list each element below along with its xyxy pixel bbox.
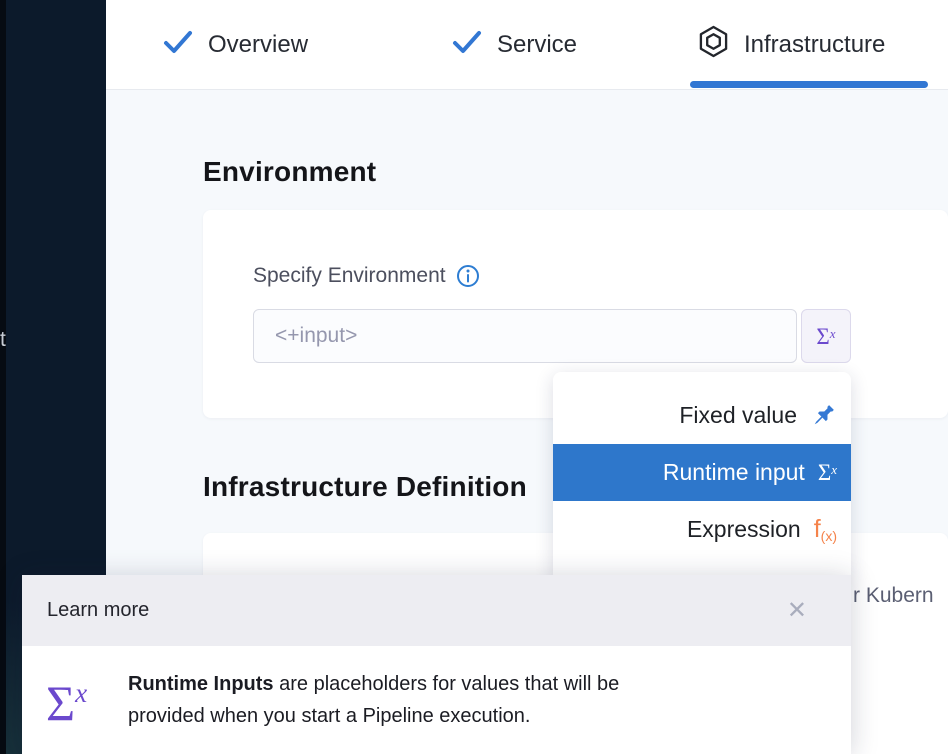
sigma-x-icon: Σx [818,461,837,484]
infrastructure-definition-heading: Infrastructure Definition [203,471,527,503]
tab-service-label: Service [497,31,577,59]
tab-infrastructure[interactable]: Infrastructure [698,0,885,90]
dropdown-item-label: Fixed value [679,402,797,429]
sidebar-edge-strip [0,0,6,754]
clipped-kubernetes-text: r Kubern [853,584,934,608]
dropdown-item-label: Expression [687,516,801,543]
hexagon-icon [698,25,729,65]
popover-description: Runtime Inputs are placeholders for valu… [128,668,808,732]
check-icon [452,30,482,61]
stage-tabbar: Overview Service Infrastructure [0,0,948,90]
learn-more-popover: Learn more ✕ Σx Runtime Inputs are place… [22,575,851,754]
sigma-x-icon: Σx [816,325,835,348]
app-root: Overview Service Infrastructure Environm… [0,0,948,754]
pin-icon [810,402,837,429]
check-icon [163,30,193,61]
environment-heading: Environment [203,156,376,188]
popover-title: Learn more [47,599,149,622]
runtime-input-selector-button[interactable]: Σx [801,309,851,363]
dropdown-item-fixed-value[interactable]: Fixed value [553,387,851,444]
popover-header: Learn more ✕ [22,575,851,646]
close-icon[interactable]: ✕ [787,599,807,623]
fx-expression-icon: f(x) [814,517,837,543]
tab-infrastructure-label: Infrastructure [744,31,885,59]
dropdown-item-runtime-input[interactable]: Runtime input Σx [553,444,851,501]
sigma-x-icon: Σx [46,678,87,728]
specify-environment-label: Specify Environment [253,264,446,288]
dropdown-item-label: Runtime input [663,459,805,486]
tab-overview[interactable]: Overview [163,0,308,90]
dropdown-item-expression[interactable]: Expression f(x) [553,501,851,558]
popover-body: Σx Runtime Inputs are placeholders for v… [22,646,851,754]
environment-input[interactable] [253,309,797,363]
specify-environment-row: Specify Environment [253,264,480,288]
tab-service[interactable]: Service [452,0,577,90]
info-icon[interactable] [456,264,480,288]
active-tab-underline [690,81,928,88]
value-type-dropdown: Fixed value Runtime input Σx Expression … [553,372,851,582]
sidebar-clipped-text: t [0,328,6,352]
tab-overview-label: Overview [208,31,308,59]
